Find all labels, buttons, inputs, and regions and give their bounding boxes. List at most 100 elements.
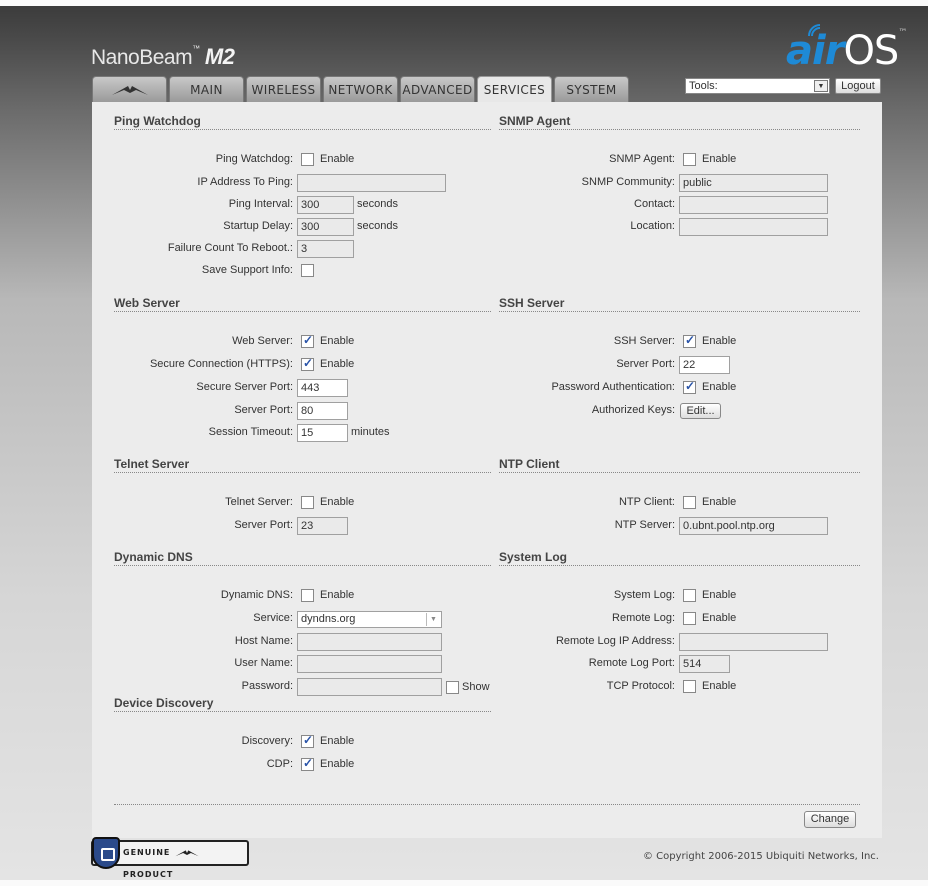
- remote-log-enable-label: Enable: [702, 612, 737, 624]
- product-tm: ™: [192, 44, 200, 53]
- discovery-enable-label: Enable: [320, 735, 355, 747]
- startup-delay-label: Startup Delay:: [223, 220, 293, 232]
- ddns-user-input[interactable]: [297, 655, 442, 673]
- cdp-enable-label: Enable: [320, 758, 355, 770]
- discovery-label: Discovery:: [241, 735, 293, 747]
- ping-interval-unit: seconds: [357, 198, 398, 210]
- product-model: M2: [204, 44, 235, 69]
- section-system-log: System Log: [499, 550, 860, 566]
- authorized-keys-label: Authorized Keys:: [591, 404, 675, 416]
- ntp-server-input[interactable]: 0.ubnt.pool.ntp.org: [679, 517, 828, 535]
- password-auth-enable-label: Enable: [702, 381, 737, 393]
- startup-delay-input[interactable]: 300: [297, 218, 354, 236]
- cdp-label: CDP:: [266, 758, 293, 770]
- chevron-down-icon[interactable]: ▼: [426, 613, 440, 626]
- section-ssh-server: SSH Server: [499, 296, 860, 312]
- header: NanoBeam™ M2 airOS™ MAIN WIRELESS NETWOR…: [0, 0, 928, 102]
- product-name: NanoBeam™ M2: [91, 44, 235, 70]
- show-password-checkbox[interactable]: [446, 681, 459, 694]
- ddns-service-label: Service:: [253, 612, 293, 624]
- tab-ubiquiti-logo[interactable]: [92, 76, 167, 102]
- snmp-location-label: Location:: [630, 220, 675, 232]
- chevron-down-icon[interactable]: ▼: [814, 80, 828, 92]
- ddns-password-label: Password:: [241, 680, 293, 692]
- tcp-protocol-checkbox[interactable]: [683, 680, 696, 693]
- ubiquiti-logo-icon: [175, 849, 199, 856]
- secure-server-port-label: Secure Server Port:: [196, 381, 293, 393]
- ping-interval-input[interactable]: 300: [297, 196, 354, 214]
- ddns-service-select[interactable]: dyndns.org ▼: [297, 611, 442, 628]
- ntp-client-checkbox[interactable]: [683, 496, 696, 509]
- failure-count-input[interactable]: 3: [297, 240, 354, 258]
- snmp-contact-label: Contact:: [634, 198, 675, 210]
- password-auth-checkbox[interactable]: [683, 379, 696, 394]
- web-server-port-input[interactable]: 80: [297, 402, 348, 420]
- remote-log-ip-label: Remote Log IP Address:: [555, 635, 675, 647]
- snmp-community-input[interactable]: public: [679, 174, 828, 192]
- section-dynamic-dns: Dynamic DNS: [114, 550, 491, 566]
- section-ntp-client: NTP Client: [499, 457, 860, 473]
- ping-watchdog-enable-label: Enable: [320, 153, 355, 165]
- save-support-info-checkbox[interactable]: [301, 264, 314, 277]
- password-auth-label: Password Authentication:: [551, 381, 675, 393]
- tab-network[interactable]: NETWORK: [323, 76, 398, 102]
- ddns-password-input[interactable]: [297, 678, 442, 696]
- copyright: © Copyright 2006-2015 Ubiquiti Networks,…: [643, 851, 879, 862]
- ntp-client-label: NTP Client:: [618, 496, 675, 508]
- session-timeout-unit: minutes: [351, 426, 390, 438]
- remote-log-ip-input[interactable]: [679, 633, 828, 651]
- ssh-server-label: SSH Server:: [613, 335, 675, 347]
- remote-log-label: Remote Log:: [612, 612, 675, 624]
- ip-to-ping-input[interactable]: [297, 174, 446, 192]
- product-name-text: NanoBeam: [91, 46, 193, 69]
- snmp-contact-input[interactable]: [679, 196, 828, 214]
- tab-main[interactable]: MAIN: [169, 76, 244, 102]
- ddns-host-input[interactable]: [297, 633, 442, 651]
- https-enable-label: Enable: [320, 358, 355, 370]
- session-timeout-input[interactable]: 15: [297, 424, 348, 442]
- tab-services[interactable]: SERVICES: [477, 76, 552, 102]
- ping-watchdog-checkbox[interactable]: [301, 153, 314, 166]
- system-log-label: System Log:: [613, 589, 675, 601]
- https-label: Secure Connection (HTTPS):: [149, 358, 293, 370]
- section-snmp-agent: SNMP Agent: [499, 114, 860, 130]
- tcp-protocol-enable-label: Enable: [702, 680, 737, 692]
- remote-log-checkbox[interactable]: [683, 612, 696, 625]
- remote-log-port-input[interactable]: 514: [679, 655, 730, 673]
- telnet-server-enable-label: Enable: [320, 496, 355, 508]
- telnet-server-checkbox[interactable]: [301, 496, 314, 509]
- tab-system[interactable]: SYSTEM: [554, 76, 629, 102]
- tools-select[interactable]: Tools: ▼: [685, 78, 830, 94]
- tab-advanced[interactable]: ADVANCED: [400, 76, 475, 102]
- tcp-protocol-label: TCP Protocol:: [606, 680, 675, 692]
- main-tabs: MAIN WIRELESS NETWORK ADVANCED SERVICES …: [92, 76, 631, 102]
- dynamic-dns-enable-label: Enable: [320, 589, 355, 601]
- secure-server-port-input[interactable]: 443: [297, 379, 348, 397]
- change-button[interactable]: Change: [804, 811, 856, 828]
- airos-logo: airOS™: [786, 24, 907, 74]
- snmp-agent-checkbox[interactable]: [683, 153, 696, 166]
- snmp-location-input[interactable]: [679, 218, 828, 236]
- snmp-agent-enable-label: Enable: [702, 153, 737, 165]
- services-panel: Ping Watchdog Ping Watchdog: Enable IP A…: [92, 102, 882, 838]
- logout-button[interactable]: Logout: [835, 78, 881, 94]
- ddns-service-value: dyndns.org: [301, 613, 356, 625]
- ssh-port-input[interactable]: 22: [679, 356, 730, 374]
- discovery-checkbox[interactable]: [301, 733, 314, 748]
- ubiquiti-logo-icon: [111, 85, 148, 95]
- ntp-client-enable-label: Enable: [702, 496, 737, 508]
- dynamic-dns-checkbox[interactable]: [301, 589, 314, 602]
- footer: GENUINE PRODUCT © Copyright 2006-2015 Ub…: [0, 837, 928, 880]
- ping-watchdog-label: Ping Watchdog:: [215, 153, 293, 165]
- session-timeout-label: Session Timeout:: [208, 426, 293, 438]
- ssh-server-checkbox[interactable]: [683, 333, 696, 348]
- telnet-port-input[interactable]: 23: [297, 517, 348, 535]
- https-checkbox[interactable]: [301, 356, 314, 371]
- web-server-checkbox[interactable]: [301, 333, 314, 348]
- ping-interval-label: Ping Interval:: [228, 198, 293, 210]
- cdp-checkbox[interactable]: [301, 756, 314, 771]
- edit-keys-button[interactable]: Edit...: [680, 403, 721, 419]
- tab-wireless[interactable]: WIRELESS: [246, 76, 321, 102]
- show-password-label: Show: [462, 681, 490, 693]
- system-log-checkbox[interactable]: [683, 589, 696, 602]
